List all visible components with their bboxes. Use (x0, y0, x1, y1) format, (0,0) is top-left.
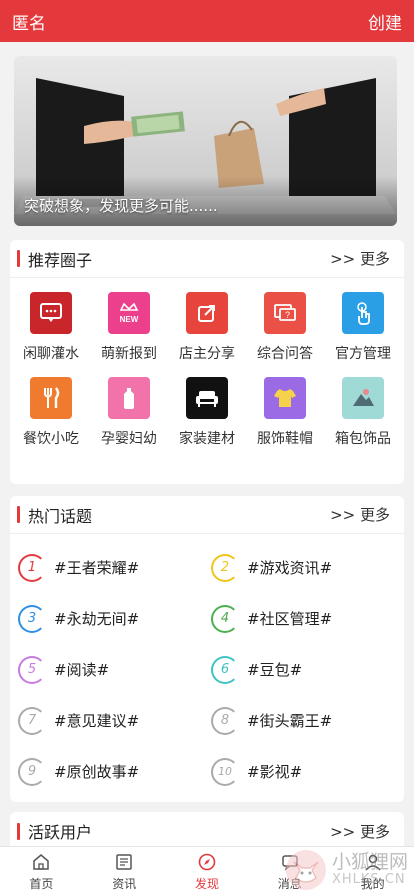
section-title: 活跃用户 (28, 823, 93, 842)
circle-label: 家装建材 (179, 431, 235, 447)
site-watermark: 小狐狸网 XHLKS.CN (284, 848, 408, 892)
tab-home[interactable]: 首页 (0, 847, 83, 896)
rank-badge: 7 (18, 706, 46, 735)
circle-label: 闲聊灌水 (23, 346, 79, 362)
topic-title: #意见建议# (54, 712, 140, 730)
chat-bubble-icon (30, 292, 72, 334)
rank-badge: 1 (18, 553, 46, 582)
tshirt-icon (264, 377, 306, 419)
section-accent-bar (17, 822, 20, 840)
circle-label: 箱包饰品 (335, 431, 391, 447)
news-icon (116, 853, 132, 870)
topic-title: #影视# (247, 763, 303, 781)
page-title: 匿名 (12, 13, 46, 34)
topic-item[interactable]: 9 #原创故事# (18, 746, 211, 797)
fork-knife-icon (30, 377, 72, 419)
home-icon (33, 853, 50, 870)
rank-badge: 8 (211, 706, 239, 735)
circle-label: 店主分享 (179, 346, 235, 362)
topic-item[interactable]: 6 #豆包# (211, 644, 404, 695)
topics-more-link[interactable]: >> 更多 (330, 504, 390, 525)
sofa-icon (186, 377, 228, 419)
rank-badge: 10 (211, 757, 239, 786)
watermark-subtext: XHLKS.CN (331, 872, 406, 888)
banner-caption: 突破想象，发现更多可能...... (24, 197, 218, 215)
hot-topics-card: 热门话题 >> 更多 1 #王者荣耀# 2 #游戏资讯# 3 #永劫无间# 4 … (10, 496, 404, 802)
section-header: 活跃用户 >> 更多 (10, 812, 404, 850)
section-accent-bar (17, 250, 20, 267)
topics-list: 1 #王者荣耀# 2 #游戏资讯# 3 #永劫无间# 4 #社区管理# 5 #阅… (10, 534, 404, 797)
baby-bottle-icon (108, 377, 150, 419)
question-icon: ? (264, 292, 306, 334)
recommended-circles-card: 推荐圈子 >> 更多 闲聊灌水 NEW 萌新报到 店主分享 ? 综合问答 官方管… (10, 240, 404, 484)
rank-badge: 9 (18, 757, 46, 786)
circle-item[interactable]: NEW 萌新报到 (90, 292, 168, 363)
circle-label: 官方管理 (335, 346, 391, 362)
topic-title: #永劫无间# (54, 610, 140, 628)
tap-hand-icon (342, 292, 384, 334)
section-accent-bar (17, 506, 20, 523)
users-more-link[interactable]: >> 更多 (330, 821, 390, 842)
circle-label: 综合问答 (257, 346, 313, 362)
topic-title: #社区管理# (247, 610, 333, 628)
rank-badge: 6 (211, 655, 239, 684)
topic-title: #街头霸王# (247, 712, 333, 730)
circle-item[interactable]: 餐饮小吃 (12, 377, 90, 448)
svg-text:?: ? (285, 310, 290, 320)
circle-label: 服饰鞋帽 (257, 431, 313, 447)
topic-title: #阅读# (54, 661, 110, 679)
crown-new-icon: NEW (108, 292, 150, 334)
tab-news[interactable]: 资讯 (83, 847, 166, 896)
circle-label: 餐饮小吃 (23, 431, 79, 447)
circle-label: 孕婴妇幼 (101, 431, 157, 447)
circle-item[interactable]: 孕婴妇幼 (90, 377, 168, 448)
fox-logo-icon (285, 850, 326, 890)
topic-item[interactable]: 3 #永劫无间# (18, 593, 211, 644)
topic-item[interactable]: 10 #影视# (211, 746, 404, 797)
rank-badge: 2 (211, 553, 239, 582)
create-button[interactable]: 创建 (368, 9, 402, 34)
topic-title: #豆包# (247, 661, 303, 679)
banner-carousel[interactable]: 突破想象，发现更多可能...... (14, 56, 397, 226)
rank-badge: 5 (18, 655, 46, 684)
bag-icon (342, 377, 384, 419)
top-bar: 匿名 创建 (0, 0, 414, 42)
rank-badge: 4 (211, 604, 239, 633)
section-header: 推荐圈子 >> 更多 (10, 240, 404, 278)
circles-grid: 闲聊灌水 NEW 萌新报到 店主分享 ? 综合问答 官方管理 餐饮小吃 孕婴妇幼… (10, 278, 404, 448)
circle-item[interactable]: 箱包饰品 (324, 377, 402, 448)
circle-item[interactable]: 家装建材 (168, 377, 246, 448)
circle-item[interactable]: 店主分享 (168, 292, 246, 363)
section-header: 热门话题 >> 更多 (10, 496, 404, 534)
circle-item[interactable]: ? 综合问答 (246, 292, 324, 363)
circle-item[interactable]: 闲聊灌水 (12, 292, 90, 363)
rank-badge: 3 (18, 604, 46, 633)
share-icon (186, 292, 228, 334)
topic-title: #游戏资讯# (247, 559, 333, 577)
compass-icon (198, 853, 216, 870)
circle-item[interactable]: 服饰鞋帽 (246, 377, 324, 448)
circle-item[interactable]: 官方管理 (324, 292, 402, 363)
circle-label: 萌新报到 (101, 346, 157, 362)
tab-label: 发现 (194, 876, 219, 891)
topic-item[interactable]: 4 #社区管理# (211, 593, 404, 644)
section-title: 热门话题 (28, 506, 93, 526)
topic-title: #王者荣耀# (54, 559, 140, 577)
topic-item[interactable]: 7 #意见建议# (18, 695, 211, 746)
circles-more-link[interactable]: >> 更多 (330, 248, 390, 269)
svg-text:NEW: NEW (120, 315, 139, 324)
topic-item[interactable]: 2 #游戏资讯# (211, 542, 404, 593)
tab-label: 首页 (29, 876, 54, 891)
tab-label: 资讯 (112, 876, 137, 891)
topic-title: #原创故事# (54, 763, 140, 781)
topic-item[interactable]: 5 #阅读# (18, 644, 211, 695)
topic-item[interactable]: 8 #街头霸王# (211, 695, 404, 746)
section-title: 推荐圈子 (28, 250, 93, 270)
topic-item[interactable]: 1 #王者荣耀# (18, 542, 211, 593)
tab-discover[interactable]: 发现 (166, 847, 249, 896)
watermark-text: 小狐狸网 (331, 850, 408, 873)
